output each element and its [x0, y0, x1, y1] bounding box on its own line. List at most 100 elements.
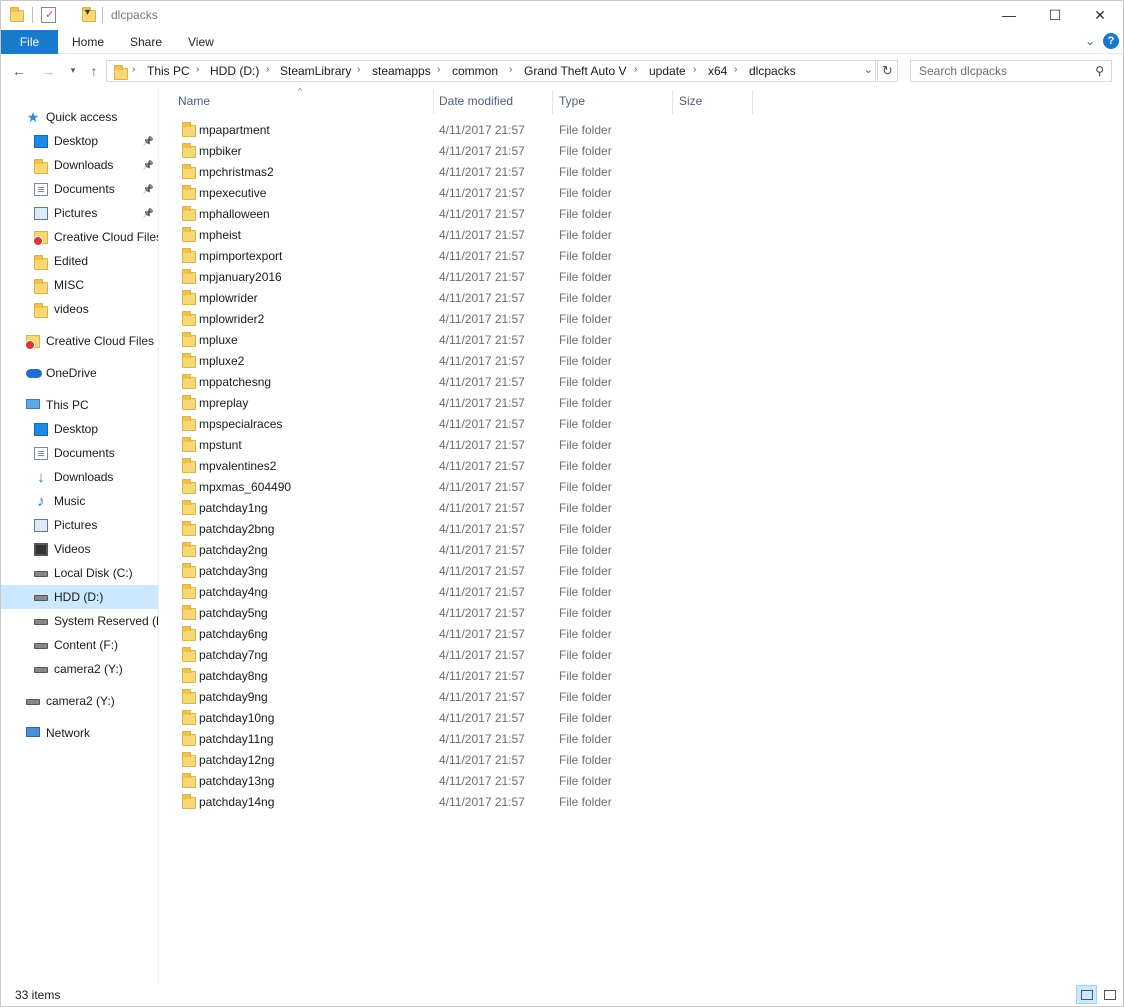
back-button[interactable]: ←: [10, 63, 28, 79]
file-row[interactable]: mpspecialraces 4/11/2017 21:57 File folder: [175, 414, 765, 435]
column-divider[interactable]: [752, 90, 753, 114]
column-divider[interactable]: [672, 90, 673, 114]
file-row[interactable]: mpimportexport 4/11/2017 21:57 File folder: [175, 246, 765, 267]
file-row[interactable]: patchday8ng 4/11/2017 21:57 File folder: [175, 666, 765, 687]
breadcrumb-steamlibrary[interactable]: SteamLibrary: [280, 64, 351, 78]
file-row[interactable]: mpchristmas2 4/11/2017 21:57 File folder: [175, 162, 765, 183]
file-row[interactable]: mppatchesng 4/11/2017 21:57 File folder: [175, 372, 765, 393]
close-button[interactable]: ✕: [1077, 1, 1123, 30]
sidebar-item[interactable]: ♪ Music: [1, 489, 158, 513]
file-row[interactable]: patchday10ng 4/11/2017 21:57 File folder: [175, 708, 765, 729]
chevron-right-icon[interactable]: ›: [509, 64, 512, 75]
customize-toolbar-icon[interactable]: ▾: [85, 7, 90, 18]
sidebar-item[interactable]: videos: [1, 297, 158, 321]
sidebar-item[interactable]: Desktop 📌: [1, 129, 158, 153]
chevron-right-icon[interactable]: ›: [734, 64, 737, 75]
file-row[interactable]: mpjanuary2016 4/11/2017 21:57 File folder: [175, 267, 765, 288]
file-row[interactable]: patchday12ng 4/11/2017 21:57 File folder: [175, 750, 765, 771]
refresh-button[interactable]: ↻: [877, 60, 898, 82]
sidebar-item[interactable]: Edited: [1, 249, 158, 273]
file-row[interactable]: patchday1ng 4/11/2017 21:57 File folder: [175, 498, 765, 519]
sidebar-item[interactable]: Local Disk (C:): [1, 561, 158, 585]
details-view-button[interactable]: [1076, 985, 1097, 1004]
column-header-type[interactable]: Type: [559, 88, 585, 115]
chevron-right-icon[interactable]: ›: [266, 64, 269, 75]
sidebar-item[interactable]: Pictures 📌: [1, 201, 158, 225]
address-bar[interactable]: › This PC › HDD (D:) › SteamLibrary › st…: [106, 60, 876, 82]
sidebar-item[interactable]: ★ Quick access: [1, 105, 158, 129]
chevron-down-icon[interactable]: ⌄: [864, 63, 873, 76]
tab-share[interactable]: Share: [116, 30, 176, 54]
minimize-button[interactable]: —: [986, 1, 1032, 30]
chevron-right-icon[interactable]: ›: [693, 64, 696, 75]
up-button[interactable]: ↑: [85, 63, 103, 79]
column-divider[interactable]: [552, 90, 553, 114]
forward-button[interactable]: →: [39, 63, 57, 79]
sidebar-item[interactable]: HDD (D:): [1, 585, 158, 609]
breadcrumb-update[interactable]: update: [649, 64, 686, 78]
sidebar-item[interactable]: Documents: [1, 441, 158, 465]
chevron-right-icon[interactable]: ›: [437, 64, 440, 75]
help-icon[interactable]: ?: [1103, 33, 1119, 49]
maximize-button[interactable]: ☐: [1032, 1, 1078, 30]
sidebar-item[interactable]: camera2 (Y:): [1, 657, 158, 681]
file-row[interactable]: mpexecutive 4/11/2017 21:57 File folder: [175, 183, 765, 204]
tab-view[interactable]: View: [174, 30, 228, 54]
file-row[interactable]: patchday9ng 4/11/2017 21:57 File folder: [175, 687, 765, 708]
file-row[interactable]: mpapartment 4/11/2017 21:57 File folder: [175, 120, 765, 141]
file-row[interactable]: mpluxe 4/11/2017 21:57 File folder: [175, 330, 765, 351]
file-row[interactable]: patchday2bng 4/11/2017 21:57 File folder: [175, 519, 765, 540]
file-row[interactable]: mpheist 4/11/2017 21:57 File folder: [175, 225, 765, 246]
column-header-date-modified[interactable]: Date modified: [439, 88, 513, 115]
sidebar-item[interactable]: Pictures: [1, 513, 158, 537]
breadcrumb-x64[interactable]: x64: [708, 64, 727, 78]
file-row[interactable]: mpreplay 4/11/2017 21:57 File folder: [175, 393, 765, 414]
chevron-right-icon[interactable]: ›: [132, 64, 135, 75]
expand-ribbon-icon[interactable]: ⌄: [1085, 34, 1095, 48]
file-row[interactable]: mpbiker 4/11/2017 21:57 File folder: [175, 141, 765, 162]
file-row[interactable]: patchday5ng 4/11/2017 21:57 File folder: [175, 603, 765, 624]
file-row[interactable]: mplowrider 4/11/2017 21:57 File folder: [175, 288, 765, 309]
chevron-right-icon[interactable]: ›: [634, 64, 637, 75]
file-row[interactable]: patchday2ng 4/11/2017 21:57 File folder: [175, 540, 765, 561]
large-icons-view-button[interactable]: [1099, 985, 1120, 1004]
breadcrumb-steamapps[interactable]: steamapps: [372, 64, 431, 78]
column-header-size[interactable]: Size: [679, 88, 702, 115]
file-row[interactable]: mpvalentines2 4/11/2017 21:57 File folder: [175, 456, 765, 477]
breadcrumb-hdd[interactable]: HDD (D:): [210, 64, 259, 78]
tab-file[interactable]: File: [1, 30, 58, 54]
file-row[interactable]: mphalloween 4/11/2017 21:57 File folder: [175, 204, 765, 225]
sidebar-item[interactable]: Documents 📌: [1, 177, 158, 201]
sidebar-item[interactable]: Content (F:): [1, 633, 158, 657]
sidebar-item[interactable]: Network: [1, 721, 158, 745]
properties-icon[interactable]: ✓: [41, 7, 56, 23]
file-row[interactable]: patchday13ng 4/11/2017 21:57 File folder: [175, 771, 765, 792]
sidebar-item[interactable]: Desktop: [1, 417, 158, 441]
sidebar-item[interactable]: Downloads 📌: [1, 153, 158, 177]
column-header-name[interactable]: Name: [178, 88, 210, 115]
file-row[interactable]: patchday7ng 4/11/2017 21:57 File folder: [175, 645, 765, 666]
breadcrumb-this-pc[interactable]: This PC: [147, 64, 190, 78]
sidebar-item[interactable]: camera2 (Y:): [1, 689, 158, 713]
sidebar-item[interactable]: Videos: [1, 537, 158, 561]
search-box[interactable]: ⚲: [910, 60, 1112, 82]
file-row[interactable]: mplowrider2 4/11/2017 21:57 File folder: [175, 309, 765, 330]
search-icon[interactable]: ⚲: [1095, 64, 1104, 78]
sidebar-item[interactable]: System Reserved (E:: [1, 609, 158, 633]
breadcrumb-common[interactable]: common: [452, 64, 498, 78]
column-divider[interactable]: [433, 90, 434, 114]
file-row[interactable]: patchday3ng 4/11/2017 21:57 File folder: [175, 561, 765, 582]
breadcrumb-gtav[interactable]: Grand Theft Auto V: [524, 64, 627, 78]
sidebar-item[interactable]: Creative Cloud Files: [1, 225, 158, 249]
sidebar-item[interactable]: This PC: [1, 393, 158, 417]
chevron-right-icon[interactable]: ›: [196, 64, 199, 75]
breadcrumb-dlcpacks[interactable]: dlcpacks: [749, 64, 796, 78]
sidebar-item[interactable]: MISC: [1, 273, 158, 297]
file-row[interactable]: mpluxe2 4/11/2017 21:57 File folder: [175, 351, 765, 372]
chevron-right-icon[interactable]: ›: [357, 64, 360, 75]
file-row[interactable]: mpstunt 4/11/2017 21:57 File folder: [175, 435, 765, 456]
file-row[interactable]: patchday14ng 4/11/2017 21:57 File folder: [175, 792, 765, 813]
search-input[interactable]: [919, 64, 1089, 78]
file-row[interactable]: patchday6ng 4/11/2017 21:57 File folder: [175, 624, 765, 645]
file-row[interactable]: patchday11ng 4/11/2017 21:57 File folder: [175, 729, 765, 750]
